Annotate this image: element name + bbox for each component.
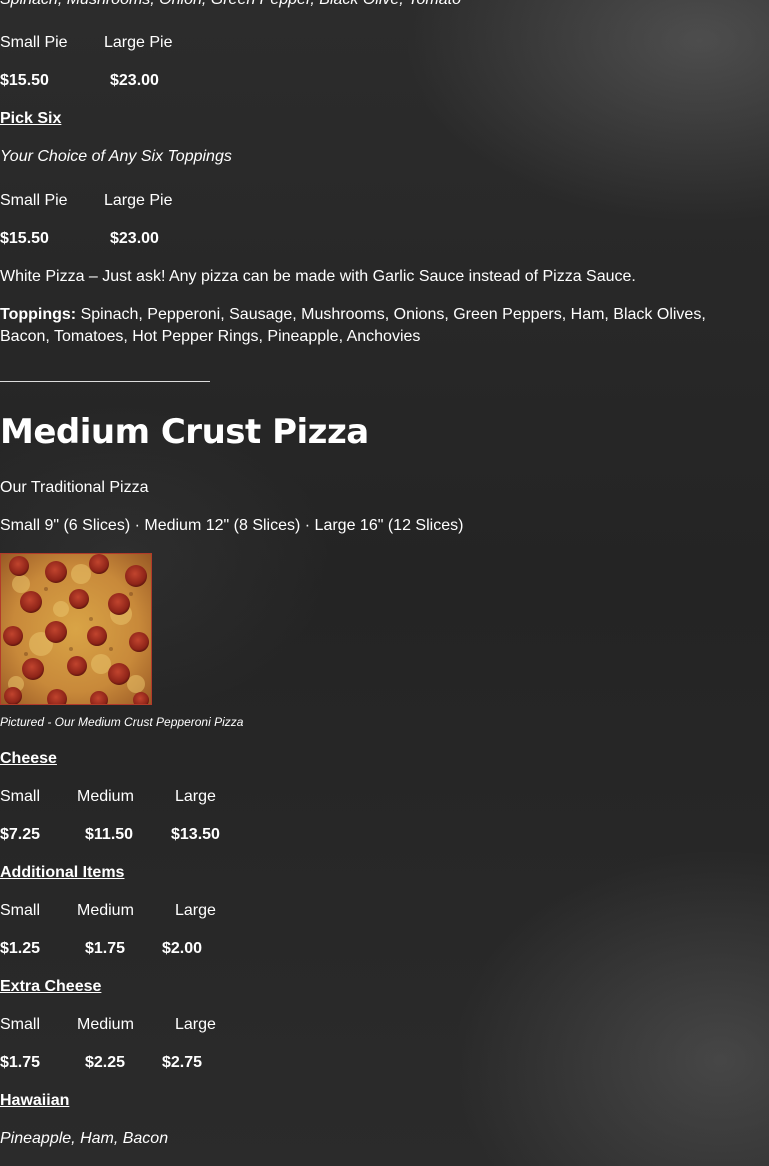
size-label: Medium bbox=[77, 1016, 134, 1033]
size-label: Small bbox=[0, 788, 41, 805]
additional-items-title: Additional Items bbox=[0, 864, 125, 881]
price-value: $7.25 bbox=[0, 826, 41, 843]
price-value: $2.25 bbox=[85, 1054, 126, 1071]
hawaiian-title: Hawaiian bbox=[0, 1092, 70, 1109]
price-value: $2.00 bbox=[162, 940, 203, 957]
size-label: Small Pie bbox=[0, 192, 68, 209]
size-label: Large bbox=[175, 902, 216, 919]
price-value: $1.75 bbox=[0, 1054, 41, 1071]
size-label: Small bbox=[0, 902, 41, 919]
price-value: $1.75 bbox=[85, 940, 126, 957]
size-label: Large Pie bbox=[104, 34, 173, 51]
price-value: $15.50 bbox=[0, 230, 49, 247]
price-value: $23.00 bbox=[110, 72, 159, 89]
veggie-toppings-text: Spinach, Mushrooms, Onion, Green Pepper,… bbox=[0, 0, 461, 11]
extra-cheese-title: Extra Cheese bbox=[0, 978, 102, 995]
photo-caption: Pictured - Our Medium Crust Pepperoni Pi… bbox=[0, 715, 244, 729]
price-value: $2.75 bbox=[162, 1054, 203, 1071]
price-value: $13.50 bbox=[171, 826, 220, 843]
white-pizza-note: White Pizza – Just ask! Any pizza can be… bbox=[0, 268, 636, 285]
price-value: $15.50 bbox=[0, 72, 49, 89]
size-info: Small 9" (6 Slices) · Medium 12" (8 Slic… bbox=[0, 517, 464, 534]
size-label: Medium bbox=[77, 902, 134, 919]
pick-six-title: Pick Six bbox=[0, 110, 62, 127]
price-value: $23.00 bbox=[110, 230, 159, 247]
size-label: Large Pie bbox=[104, 192, 173, 209]
size-label: Small Pie bbox=[0, 34, 68, 51]
section-divider bbox=[0, 381, 210, 382]
price-value: $1.25 bbox=[0, 940, 41, 957]
toppings-label: Toppings: bbox=[0, 306, 77, 323]
toppings-paragraph: Toppings: Spinach, Pepperoni, Sausage, M… bbox=[0, 304, 760, 348]
cheese-title: Cheese bbox=[0, 750, 57, 767]
hawaiian-description: Pineapple, Ham, Bacon bbox=[0, 1130, 169, 1147]
section-subtitle: Our Traditional Pizza bbox=[0, 479, 149, 496]
toppings-list: Spinach, Pepperoni, Sausage, Mushrooms, … bbox=[0, 306, 706, 345]
pepperoni-pizza-photo[interactable] bbox=[0, 553, 152, 705]
size-label: Large bbox=[175, 1016, 216, 1033]
pick-six-description: Your Choice of Any Six Toppings bbox=[0, 148, 232, 165]
size-label: Large bbox=[175, 788, 216, 805]
size-label: Small bbox=[0, 1016, 41, 1033]
section-heading: Medium Crust Pizza bbox=[0, 412, 369, 452]
size-label: Medium bbox=[77, 788, 134, 805]
price-value: $11.50 bbox=[85, 826, 134, 843]
